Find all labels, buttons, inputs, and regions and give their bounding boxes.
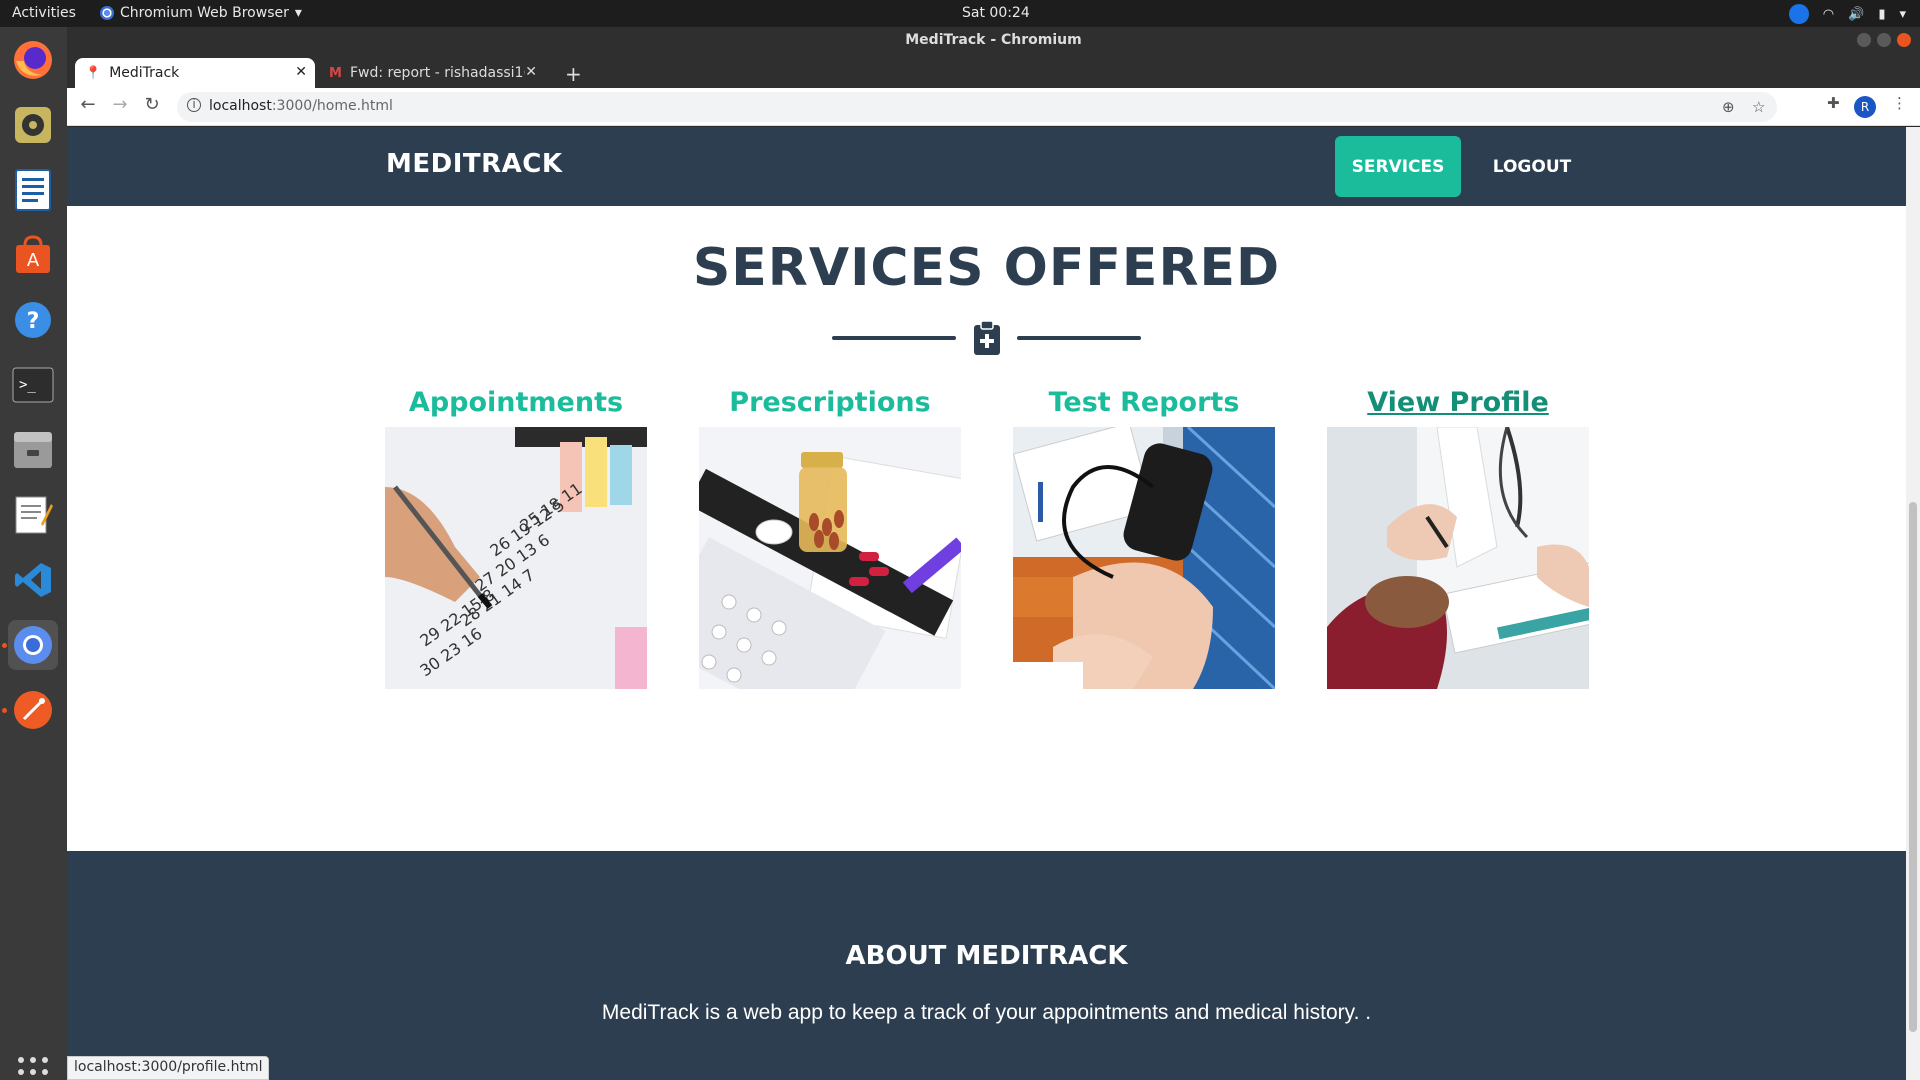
battery-icon: ▮ (1878, 6, 1886, 22)
divider-line (832, 336, 956, 340)
tab-label: MediTrack (109, 65, 180, 81)
activities-button[interactable]: Activities (12, 5, 76, 21)
test-reports-link[interactable]: Test Reports (1013, 387, 1275, 427)
service-test-reports: Test Reports (1013, 387, 1275, 689)
link-status-bubble: localhost:3000/profile.html (67, 1056, 270, 1080)
forward-icon[interactable]: → (107, 94, 133, 120)
scrollbar-thumb[interactable] (1909, 502, 1917, 1032)
service-appointments: Appointments 25 18 11 26 19 12 5 27 20 1… (385, 387, 647, 689)
app-menu-label: Chromium Web Browser (120, 5, 289, 21)
zoom-icon[interactable]: ⊕ (1722, 98, 1735, 116)
svg-text:?: ? (27, 309, 40, 334)
wifi-icon: ◠ (1822, 6, 1835, 22)
appointments-link[interactable]: Appointments (385, 387, 647, 427)
window-titlebar: MediTrack - Chromium (67, 27, 1920, 54)
browser-toolbar: ← → ↻ i localhost:3000/home.html ⊕ ☆ ✚ R… (67, 88, 1920, 126)
close-window-icon[interactable] (1897, 33, 1911, 47)
chromium-dock-icon[interactable] (8, 620, 58, 670)
site-navbar: MEDITRACK SERVICES LOGOUT (67, 127, 1906, 206)
files-icon[interactable] (8, 425, 58, 475)
clock[interactable]: Sat 00:24 (962, 5, 1030, 21)
teamviewer-icon[interactable] (1788, 4, 1809, 24)
system-top-bar: Activities Chromium Web Browser ▾ Sat 00… (0, 0, 1920, 27)
writer-document-icon[interactable] (8, 165, 58, 215)
tab-gmail[interactable]: M Fwd: report - rishadassi1( ✕ (319, 58, 545, 88)
menu-icon[interactable]: ⋮ (1892, 94, 1907, 112)
minimize-icon[interactable] (1857, 33, 1871, 47)
location-pin-icon: 📍 (85, 65, 102, 81)
tab-label: Fwd: report - rishadassi1( (349, 65, 525, 81)
help-icon[interactable]: ? (8, 295, 58, 345)
show-apps-icon[interactable] (8, 1047, 58, 1080)
gmail-icon: M (329, 65, 342, 81)
maximize-icon[interactable] (1877, 33, 1891, 47)
service-view-profile: View Profile (1327, 387, 1589, 689)
back-icon[interactable]: ← (75, 94, 101, 120)
services-nav-button[interactable]: SERVICES (1335, 136, 1461, 197)
url-text[interactable]: localhost:3000/home.html (209, 98, 393, 114)
dock: A ? >_ (0, 27, 67, 1080)
vscode-icon[interactable] (8, 555, 58, 605)
chromium-icon (100, 6, 114, 20)
blood-pressure-photo[interactable] (1013, 427, 1275, 689)
about-description: MediTrack is a web app to keep a track o… (601, 1001, 1372, 1024)
medicine-photo[interactable] (699, 427, 961, 689)
address-bar[interactable]: i localhost:3000/home.html ⊕ ☆ (177, 92, 1777, 122)
doctor-consultation-photo[interactable] (1327, 427, 1589, 689)
prescriptions-link[interactable]: Prescriptions (699, 387, 961, 427)
extensions-icon[interactable]: ✚ (1827, 94, 1840, 112)
rhythmbox-icon[interactable] (8, 100, 58, 150)
view-profile-link[interactable]: View Profile (1327, 387, 1589, 427)
divider-line (1017, 336, 1141, 340)
volume-icon: 🔊 (1848, 6, 1865, 22)
chevron-down-icon: ▾ (1899, 6, 1906, 22)
close-icon[interactable]: ✕ (525, 64, 537, 80)
calendar-photo[interactable]: 25 18 11 26 19 12 5 27 20 13 6 28 21 14 … (385, 427, 647, 689)
chevron-down-icon: ▾ (294, 5, 302, 21)
bookmark-star-icon[interactable]: ☆ (1752, 98, 1765, 116)
logout-nav-button[interactable]: LOGOUT (1477, 136, 1587, 197)
about-section: ABOUT MEDITRACK MediTrack is a web app t… (67, 851, 1906, 1080)
profile-avatar[interactable]: R (1854, 96, 1876, 118)
running-indicator (2, 708, 7, 713)
firefox-icon[interactable] (8, 35, 58, 85)
brand-logo[interactable]: MEDITRACK (386, 149, 563, 179)
terminal-icon[interactable]: >_ (8, 360, 58, 410)
software-center-icon[interactable]: A (8, 230, 58, 280)
reload-icon[interactable]: ↻ (139, 94, 165, 120)
service-prescriptions: Prescriptions (699, 387, 961, 689)
app-menu[interactable]: Chromium Web Browser ▾ (100, 5, 302, 21)
svg-text:>_: >_ (19, 377, 36, 393)
window-title: MediTrack - Chromium (905, 32, 1082, 48)
close-icon[interactable]: ✕ (295, 64, 307, 80)
page-scrollbar[interactable] (1906, 127, 1920, 1080)
about-heading: ABOUT MEDITRACK (845, 941, 1128, 971)
system-tray[interactable]: ◠ 🔊 ▮ ▾ (1788, 4, 1906, 24)
text-editor-icon[interactable] (8, 490, 58, 540)
new-tab-icon[interactable]: + (565, 62, 582, 86)
clipboard-medical-icon (974, 320, 1000, 355)
page-viewport: MEDITRACK SERVICES LOGOUT SERVICES OFFER… (67, 127, 1906, 1080)
tab-meditrack[interactable]: 📍 MediTrack ✕ (75, 58, 315, 88)
postman-icon[interactable] (8, 685, 58, 735)
running-indicator (2, 643, 7, 648)
svg-text:A: A (27, 250, 40, 271)
info-icon[interactable]: i (187, 98, 201, 112)
services-heading: SERVICES OFFERED (692, 238, 1281, 298)
tab-strip: 📍 MediTrack ✕ M Fwd: report - rishadassi… (67, 54, 1920, 88)
